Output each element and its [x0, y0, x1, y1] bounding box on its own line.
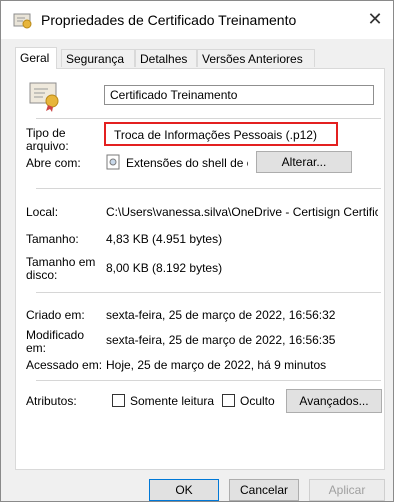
- general-panel: Certificado Treinamento Tipo de arquivo:…: [15, 68, 385, 470]
- size-label: Tamanho:: [26, 232, 79, 246]
- tab-seguranca[interactable]: Segurança: [61, 49, 135, 67]
- tab-detalhes[interactable]: Detalhes: [135, 49, 197, 67]
- ok-button[interactable]: OK: [149, 479, 219, 501]
- close-icon[interactable]: ✕: [365, 9, 385, 29]
- file-name-field[interactable]: Certificado Treinamento: [104, 85, 374, 105]
- title-bar: Propriedades de Certificado Treinamento …: [1, 1, 393, 39]
- opens-with-label: Abre com:: [26, 156, 81, 170]
- location-label: Local:: [26, 205, 59, 219]
- readonly-label: Somente leitura: [130, 394, 215, 408]
- apply-button[interactable]: Aplicar: [309, 479, 385, 501]
- separator: [36, 188, 381, 189]
- properties-dialog: Propriedades de Certificado Treinamento …: [0, 0, 394, 502]
- cancel-button[interactable]: Cancelar: [229, 479, 299, 501]
- certificate-file-icon: [13, 13, 32, 29]
- size-on-disk-label: Tamanho em disco:: [26, 255, 96, 282]
- advanced-button[interactable]: Avançados...: [286, 389, 382, 413]
- opens-with-value: Extensões do shell de criptoç: [126, 157, 248, 170]
- change-button[interactable]: Alterar...: [256, 151, 352, 173]
- hidden-checkbox[interactable]: [222, 394, 235, 407]
- separator: [36, 292, 381, 293]
- accessed-label: Acessado em:: [26, 358, 103, 372]
- highlight-box: [104, 122, 338, 146]
- attributes-label: Atributos:: [26, 394, 77, 408]
- modified-label: Modificado em:: [26, 328, 85, 355]
- tab-geral[interactable]: Geral: [15, 47, 57, 69]
- separator: [36, 380, 381, 381]
- size-on-disk-value: 8,00 KB (8.192 bytes): [106, 261, 223, 275]
- separator: [36, 118, 381, 119]
- certificate-file-icon: [29, 82, 59, 112]
- location-value: C:\Users\vanessa.silva\OneDrive - Certis…: [106, 206, 378, 219]
- readonly-checkbox[interactable]: [112, 394, 125, 407]
- size-value: 4,83 KB (4.951 bytes): [106, 232, 223, 246]
- file-type-label: Tipo de arquivo:: [26, 126, 69, 153]
- created-value: sexta-feira, 25 de março de 2022, 16:56:…: [106, 308, 336, 322]
- tab-versoes-anteriores[interactable]: Versões Anteriores: [197, 49, 315, 67]
- accessed-value: Hoje, 25 de março de 2022, há 9 minutos: [106, 358, 327, 372]
- hidden-label: Oculto: [240, 394, 275, 408]
- shell-extension-icon: [106, 154, 120, 170]
- created-label: Criado em:: [26, 308, 85, 322]
- window-title: Propriedades de Certificado Treinamento: [41, 12, 297, 28]
- modified-value: sexta-feira, 25 de março de 2022, 16:56:…: [106, 333, 336, 347]
